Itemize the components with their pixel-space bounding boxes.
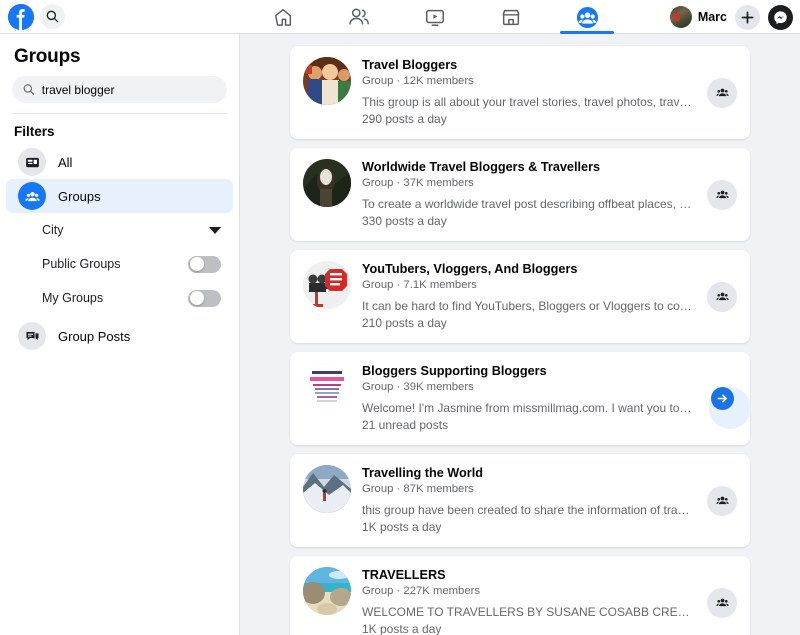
group-meta: Group · 7.1K members bbox=[362, 279, 477, 291]
group-info: Travelling the World Group · 87K members… bbox=[362, 465, 738, 536]
top-navigation-bar: Marc bbox=[0, 0, 800, 34]
public-groups-toggle[interactable] bbox=[188, 255, 221, 273]
profile-name: Marc bbox=[697, 10, 727, 24]
facebook-logo[interactable] bbox=[8, 3, 34, 30]
group-members-button[interactable] bbox=[707, 77, 737, 108]
sidebar-subfilter-city-label: City bbox=[42, 223, 64, 237]
profile-chip[interactable]: Marc bbox=[669, 6, 727, 28]
group-info: Bloggers Supporting Bloggers Group · 39K… bbox=[362, 363, 738, 434]
group-title: YouTubers, Vloggers, And Bloggers bbox=[362, 262, 578, 276]
group-info: TRAVELLERS Group · 227K members WELCOME … bbox=[362, 567, 738, 635]
search-input[interactable] bbox=[41, 82, 216, 97]
group-result-card[interactable]: Travelling the World Group · 87K members… bbox=[290, 454, 750, 547]
group-result-card[interactable]: TRAVELLERS Group · 227K members WELCOME … bbox=[290, 556, 750, 635]
divider bbox=[12, 113, 227, 114]
my-groups-toggle[interactable] bbox=[188, 289, 221, 307]
group-meta: Group · 12K members bbox=[362, 75, 474, 87]
group-title: Travelling the World bbox=[362, 466, 484, 480]
group-results-list: Travel Bloggers Group · 12K members This… bbox=[290, 46, 751, 635]
sidebar-search-wrapper bbox=[0, 76, 239, 113]
sidebar-filter-group-posts-label: Group Posts bbox=[58, 328, 131, 344]
group-title: TRAVELLERS bbox=[362, 568, 446, 582]
sidebar-filter-all-label: All bbox=[58, 154, 73, 170]
group-avatar bbox=[303, 465, 351, 513]
group-post-count: 1K posts a day bbox=[362, 520, 442, 534]
group-members-button[interactable] bbox=[707, 281, 737, 312]
group-description: To create a worldwide travel post descri… bbox=[362, 197, 692, 211]
group-meta: Group · 39K members bbox=[362, 381, 474, 393]
group-visit-button[interactable] bbox=[707, 384, 751, 429]
sidebar-subfilter-my-groups[interactable]: My Groups bbox=[0, 281, 239, 315]
group-title: Travel Bloggers bbox=[362, 58, 458, 72]
groups-sidebar: Groups Filters bbox=[0, 34, 240, 635]
group-meta: Group · 227K members bbox=[362, 585, 481, 597]
group-post-count: 210 posts a day bbox=[362, 316, 447, 330]
group-info: YouTubers, Vloggers, And Bloggers Group … bbox=[362, 261, 738, 332]
sidebar-subfilter-public-groups[interactable]: Public Groups bbox=[0, 247, 239, 281]
nav-tab-watch[interactable] bbox=[397, 0, 473, 34]
sidebar-filter-group-posts[interactable]: Group Posts bbox=[6, 319, 233, 353]
group-avatar bbox=[303, 567, 351, 615]
sidebar-filter-all[interactable]: All bbox=[6, 145, 233, 179]
group-result-card[interactable]: Travel Bloggers Group · 12K members This… bbox=[290, 46, 750, 139]
group-avatar bbox=[303, 159, 351, 207]
toggle-knob bbox=[189, 291, 204, 305]
search-icon[interactable] bbox=[40, 4, 65, 29]
arrow-right-icon bbox=[710, 387, 734, 410]
messenger-icon[interactable] bbox=[768, 4, 793, 30]
toggle-knob bbox=[189, 257, 204, 271]
group-result-card[interactable]: Bloggers Supporting Bloggers Group · 39K… bbox=[290, 352, 751, 445]
topbar-left-cluster bbox=[0, 3, 240, 30]
primary-nav-tabs bbox=[245, 0, 625, 34]
group-avatar bbox=[303, 261, 351, 309]
group-description: This group is all about your travel stor… bbox=[362, 95, 692, 109]
create-button[interactable] bbox=[735, 4, 760, 30]
group-result-card[interactable]: Worldwide Travel Bloggers & Travellers G… bbox=[290, 148, 750, 241]
group-description-before: WELCOME TO TRAVELLERS BY SUSANE COSABB C… bbox=[362, 605, 692, 619]
search-results-area: Travel Bloggers Group · 12K members This… bbox=[240, 34, 800, 635]
feed-icon bbox=[18, 148, 46, 176]
sidebar-filter-groups-label: Groups bbox=[58, 188, 101, 204]
group-info: Travel Bloggers Group · 12K members This… bbox=[362, 57, 738, 128]
topbar-right-cluster: Marc bbox=[669, 0, 793, 34]
group-description: Welcome! I'm Jasmine from missmillmag.co… bbox=[362, 401, 692, 415]
facebook-groups-search-page: Marc Groups travel blogger Filters All G… bbox=[0, 0, 800, 635]
group-avatar bbox=[303, 363, 351, 411]
group-meta: Group · 87K members bbox=[362, 483, 474, 495]
group-post-count: 1K posts a day bbox=[362, 622, 442, 635]
group-meta: Group · 37K members bbox=[362, 177, 474, 189]
page-body: Groups Filters bbox=[0, 34, 800, 635]
group-post-count: 290 posts a day bbox=[362, 112, 447, 126]
nav-tab-groups[interactable] bbox=[549, 0, 625, 34]
group-members-button[interactable] bbox=[707, 179, 737, 210]
filters-heading: Filters bbox=[14, 124, 55, 139]
group-description: this group have been created to share th… bbox=[362, 503, 692, 517]
sidebar-subfilter-public-groups-label: Public Groups bbox=[42, 257, 121, 271]
group-title: Bloggers Supporting Bloggers bbox=[362, 364, 547, 378]
chevron-down-icon[interactable] bbox=[209, 226, 221, 234]
nav-tab-home[interactable] bbox=[245, 0, 321, 34]
groups-icon bbox=[18, 182, 46, 210]
group-title: Worldwide Travel Bloggers & Travellers bbox=[362, 160, 601, 174]
search-icon bbox=[23, 84, 35, 95]
group-post-count: 21 unread posts bbox=[362, 418, 449, 432]
sidebar-subfilter-city[interactable]: City bbox=[0, 213, 239, 247]
group-members-button[interactable] bbox=[707, 587, 737, 618]
group-description: It can be hard to find YouTubers, Blogge… bbox=[362, 299, 692, 313]
avatar bbox=[669, 6, 692, 28]
group-result-card[interactable]: YouTubers, Vloggers, And Bloggers Group … bbox=[290, 250, 750, 343]
sidebar-filter-groups[interactable]: Groups bbox=[6, 179, 233, 213]
group-info: Worldwide Travel Bloggers & Travellers G… bbox=[362, 159, 738, 230]
group-post-count: 330 posts a day bbox=[362, 214, 447, 228]
page-title: Groups bbox=[14, 46, 81, 67]
group-members-button[interactable] bbox=[707, 485, 737, 516]
comment-icon bbox=[18, 322, 46, 350]
group-avatar bbox=[303, 57, 351, 105]
nav-tab-friends[interactable] bbox=[321, 0, 397, 34]
sidebar-subfilter-my-groups-label: My Groups bbox=[42, 291, 104, 305]
group-description: WELCOME TO TRAVELLERS BY SUSANE COSABB C… bbox=[362, 604, 692, 621]
nav-tab-marketplace[interactable] bbox=[473, 0, 549, 34]
search-box[interactable] bbox=[12, 76, 227, 103]
